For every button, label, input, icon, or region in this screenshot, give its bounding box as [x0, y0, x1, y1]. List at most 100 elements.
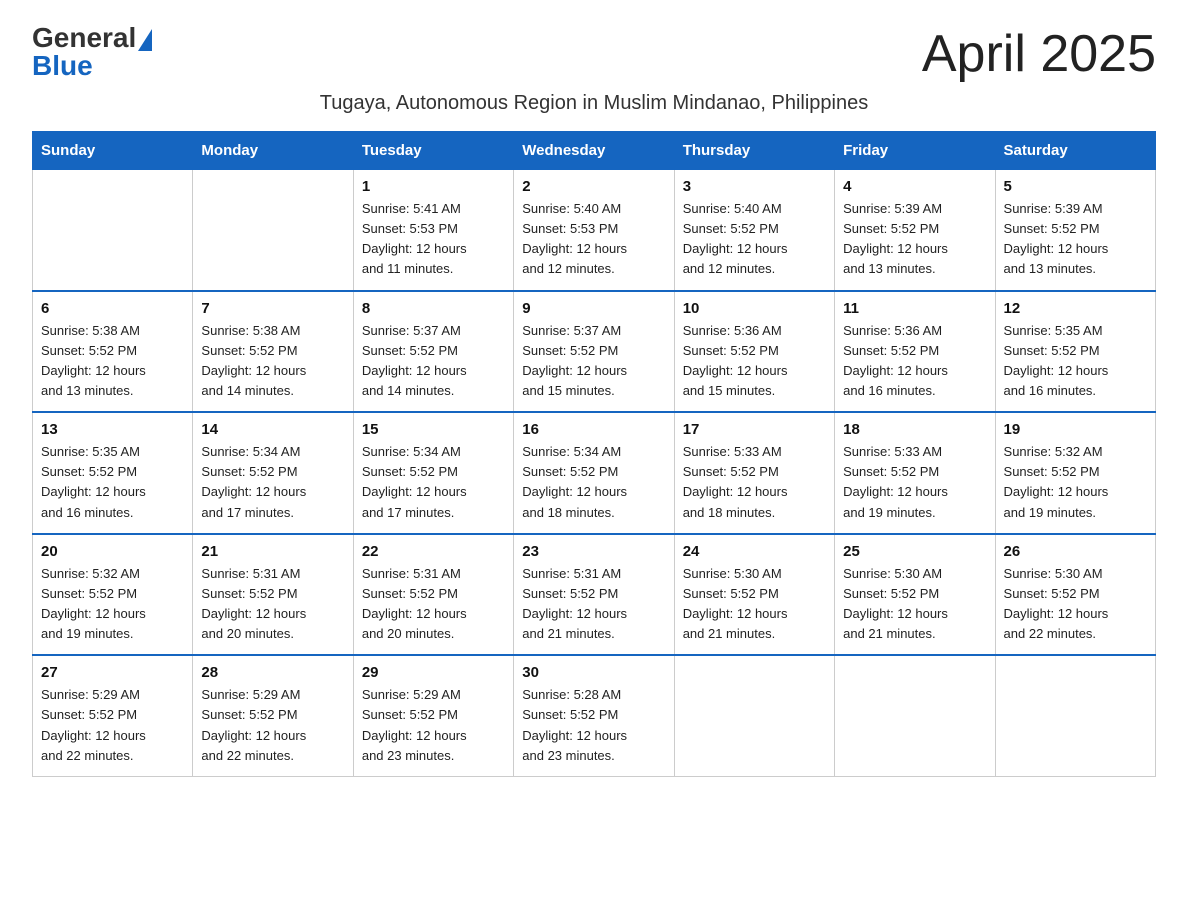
- day-info: Sunrise: 5:37 AMSunset: 5:52 PMDaylight:…: [362, 321, 505, 402]
- calendar-cell: 12 Sunrise: 5:35 AMSunset: 5:52 PMDayligh…: [995, 291, 1155, 413]
- day-info: Sunrise: 5:32 AMSunset: 5:52 PMDaylight:…: [41, 564, 184, 645]
- day-info: Sunrise: 5:28 AMSunset: 5:52 PMDaylight:…: [522, 685, 665, 766]
- day-info: Sunrise: 5:38 AMSunset: 5:52 PMDaylight:…: [201, 321, 344, 402]
- calendar-cell: 25 Sunrise: 5:30 AMSunset: 5:52 PMDayligh…: [835, 534, 995, 656]
- col-monday: Monday: [193, 132, 353, 170]
- day-number: 22: [362, 543, 505, 560]
- day-info: Sunrise: 5:34 AMSunset: 5:52 PMDaylight:…: [362, 442, 505, 523]
- day-number: 23: [522, 543, 665, 560]
- calendar-cell: [835, 655, 995, 776]
- day-number: 3: [683, 178, 826, 195]
- day-number: 29: [362, 664, 505, 681]
- day-info: Sunrise: 5:34 AMSunset: 5:52 PMDaylight:…: [201, 442, 344, 523]
- day-info: Sunrise: 5:29 AMSunset: 5:52 PMDaylight:…: [362, 685, 505, 766]
- calendar-week-row: 13 Sunrise: 5:35 AMSunset: 5:52 PMDayligh…: [33, 412, 1156, 534]
- day-number: 1: [362, 178, 505, 195]
- calendar: Sunday Monday Tuesday Wednesday Thursday…: [32, 131, 1156, 777]
- calendar-cell: [33, 170, 193, 291]
- calendar-cell: 4Sunrise: 5:39 AMSunset: 5:52 PMDaylight…: [835, 170, 995, 291]
- day-number: 20: [41, 543, 184, 560]
- day-info: Sunrise: 5:38 AMSunset: 5:52 PMDaylight:…: [41, 321, 184, 402]
- subtitle: Tugaya, Autonomous Region in Muslim Mind…: [32, 92, 1156, 115]
- logo-general: General: [32, 24, 136, 52]
- day-number: 16: [522, 421, 665, 438]
- col-friday: Friday: [835, 132, 995, 170]
- calendar-cell: 10Sunrise: 5:36 AMSunset: 5:52 PMDayligh…: [674, 291, 834, 413]
- header: General Blue April 2025: [32, 24, 1156, 84]
- day-number: 27: [41, 664, 184, 681]
- calendar-week-row: 6 Sunrise: 5:38 AMSunset: 5:52 PMDaylight…: [33, 291, 1156, 413]
- day-number: 14: [201, 421, 344, 438]
- day-number: 7: [201, 300, 344, 317]
- calendar-cell: 9 Sunrise: 5:37 AMSunset: 5:52 PMDaylight…: [514, 291, 674, 413]
- day-info: Sunrise: 5:32 AMSunset: 5:52 PMDaylight:…: [1004, 442, 1147, 523]
- day-info: Sunrise: 5:33 AMSunset: 5:52 PMDaylight:…: [683, 442, 826, 523]
- calendar-cell: 30 Sunrise: 5:28 AMSunset: 5:52 PMDayligh…: [514, 655, 674, 776]
- day-number: 28: [201, 664, 344, 681]
- calendar-cell: 3 Sunrise: 5:40 AMSunset: 5:52 PMDaylight…: [674, 170, 834, 291]
- calendar-cell: 21Sunrise: 5:31 AMSunset: 5:52 PMDayligh…: [193, 534, 353, 656]
- day-info: Sunrise: 5:30 AMSunset: 5:52 PMDaylight:…: [683, 564, 826, 645]
- calendar-cell: 15 Sunrise: 5:34 AMSunset: 5:52 PMDayligh…: [353, 412, 513, 534]
- day-info: Sunrise: 5:35 AMSunset: 5:52 PMDaylight:…: [41, 442, 184, 523]
- calendar-cell: 28 Sunrise: 5:29 AMSunset: 5:52 PMDayligh…: [193, 655, 353, 776]
- calendar-header-row: Sunday Monday Tuesday Wednesday Thursday…: [33, 132, 1156, 170]
- day-info: Sunrise: 5:41 AMSunset: 5:53 PMDaylight:…: [362, 199, 505, 280]
- calendar-cell: 20 Sunrise: 5:32 AMSunset: 5:52 PMDayligh…: [33, 534, 193, 656]
- day-number: 4: [843, 178, 986, 195]
- day-info: Sunrise: 5:39 AMSunset: 5:52 PMDaylight:…: [1004, 199, 1147, 280]
- day-number: 21: [201, 543, 344, 560]
- calendar-week-row: 1 Sunrise: 5:41 AMSunset: 5:53 PMDaylight…: [33, 170, 1156, 291]
- col-saturday: Saturday: [995, 132, 1155, 170]
- day-info: Sunrise: 5:35 AMSunset: 5:52 PMDaylight:…: [1004, 321, 1147, 402]
- day-number: 19: [1004, 421, 1147, 438]
- calendar-cell: 7 Sunrise: 5:38 AMSunset: 5:52 PMDaylight…: [193, 291, 353, 413]
- col-tuesday: Tuesday: [353, 132, 513, 170]
- calendar-cell: 8Sunrise: 5:37 AMSunset: 5:52 PMDaylight…: [353, 291, 513, 413]
- logo-triangle-icon: [138, 29, 152, 51]
- day-number: 17: [683, 421, 826, 438]
- day-number: 12: [1004, 300, 1147, 317]
- day-info: Sunrise: 5:34 AMSunset: 5:52 PMDaylight:…: [522, 442, 665, 523]
- logo-blue: Blue: [32, 52, 93, 80]
- calendar-cell: 2Sunrise: 5:40 AMSunset: 5:53 PMDaylight…: [514, 170, 674, 291]
- logo: General Blue: [32, 24, 152, 80]
- calendar-cell: 6 Sunrise: 5:38 AMSunset: 5:52 PMDaylight…: [33, 291, 193, 413]
- day-info: Sunrise: 5:30 AMSunset: 5:52 PMDaylight:…: [1004, 564, 1147, 645]
- day-info: Sunrise: 5:31 AMSunset: 5:52 PMDaylight:…: [362, 564, 505, 645]
- calendar-cell: 13 Sunrise: 5:35 AMSunset: 5:52 PMDayligh…: [33, 412, 193, 534]
- day-number: 25: [843, 543, 986, 560]
- day-info: Sunrise: 5:30 AMSunset: 5:52 PMDaylight:…: [843, 564, 986, 645]
- calendar-cell: 22 Sunrise: 5:31 AMSunset: 5:52 PMDayligh…: [353, 534, 513, 656]
- day-number: 18: [843, 421, 986, 438]
- day-number: 6: [41, 300, 184, 317]
- calendar-cell: 29 Sunrise: 5:29 AMSunset: 5:52 PMDayligh…: [353, 655, 513, 776]
- day-number: 30: [522, 664, 665, 681]
- calendar-cell: 17 Sunrise: 5:33 AMSunset: 5:52 PMDayligh…: [674, 412, 834, 534]
- day-info: Sunrise: 5:37 AMSunset: 5:52 PMDaylight:…: [522, 321, 665, 402]
- calendar-cell: 5 Sunrise: 5:39 AMSunset: 5:52 PMDaylight…: [995, 170, 1155, 291]
- calendar-cell: 11Sunrise: 5:36 AMSunset: 5:52 PMDayligh…: [835, 291, 995, 413]
- calendar-week-row: 27 Sunrise: 5:29 AMSunset: 5:52 PMDayligh…: [33, 655, 1156, 776]
- col-sunday: Sunday: [33, 132, 193, 170]
- day-info: Sunrise: 5:36 AMSunset: 5:52 PMDaylight:…: [843, 321, 986, 402]
- day-info: Sunrise: 5:33 AMSunset: 5:52 PMDaylight:…: [843, 442, 986, 523]
- calendar-cell: 1 Sunrise: 5:41 AMSunset: 5:53 PMDaylight…: [353, 170, 513, 291]
- calendar-cell: [674, 655, 834, 776]
- day-number: 15: [362, 421, 505, 438]
- calendar-week-row: 20 Sunrise: 5:32 AMSunset: 5:52 PMDayligh…: [33, 534, 1156, 656]
- day-number: 2: [522, 178, 665, 195]
- col-wednesday: Wednesday: [514, 132, 674, 170]
- day-info: Sunrise: 5:29 AMSunset: 5:52 PMDaylight:…: [201, 685, 344, 766]
- calendar-cell: 16 Sunrise: 5:34 AMSunset: 5:52 PMDayligh…: [514, 412, 674, 534]
- day-info: Sunrise: 5:29 AMSunset: 5:52 PMDaylight:…: [41, 685, 184, 766]
- day-number: 9: [522, 300, 665, 317]
- day-info: Sunrise: 5:40 AMSunset: 5:52 PMDaylight:…: [683, 199, 826, 280]
- day-number: 24: [683, 543, 826, 560]
- calendar-cell: 23 Sunrise: 5:31 AMSunset: 5:52 PMDayligh…: [514, 534, 674, 656]
- day-number: 13: [41, 421, 184, 438]
- calendar-cell: 27 Sunrise: 5:29 AMSunset: 5:52 PMDayligh…: [33, 655, 193, 776]
- day-number: 5: [1004, 178, 1147, 195]
- day-info: Sunrise: 5:31 AMSunset: 5:52 PMDaylight:…: [522, 564, 665, 645]
- calendar-cell: [193, 170, 353, 291]
